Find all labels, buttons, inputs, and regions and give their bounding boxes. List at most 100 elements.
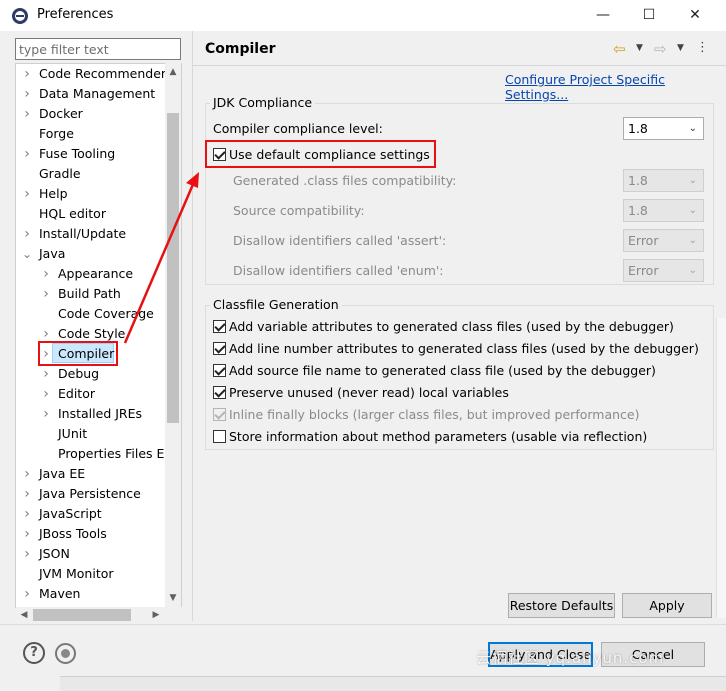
tree-item[interactable]: Code Coverage [20, 304, 165, 324]
chevron-right-icon[interactable]: › [22, 544, 32, 564]
tree-item[interactable]: Properties Files Ed [20, 444, 172, 464]
forward-history-dropdown-icon[interactable]: ▼ [677, 43, 684, 53]
window-title: Preferences [37, 7, 114, 22]
tree-item[interactable]: › Install/Update [20, 224, 165, 244]
generated-class-compat-select: 1.8 ⌄ [623, 169, 704, 192]
tree-item-label: Install/Update [39, 226, 127, 241]
minimize-button[interactable]: — [580, 0, 626, 31]
tree-item[interactable]: › Code Recommenders [20, 64, 172, 84]
classfile-option-label[interactable]: Preserve unused (never read) local varia… [229, 385, 509, 400]
tree-item[interactable]: › Data Management [20, 84, 165, 104]
tree-item-label: Data Management [39, 86, 156, 101]
forward-arrow-icon[interactable]: ⇨ [654, 40, 667, 58]
chevron-right-icon[interactable]: › [22, 524, 32, 544]
classfile-option-label[interactable]: Add variable attributes to generated cla… [229, 319, 674, 334]
chevron-right-icon[interactable]: › [22, 64, 32, 84]
chevron-right-icon[interactable]: › [22, 504, 32, 524]
chevron-down-icon[interactable]: ⌄ [22, 244, 32, 264]
tree-horizontal-scroll-thumb[interactable] [33, 609, 131, 621]
tree-item[interactable]: › Appearance [20, 264, 165, 284]
footer-separator [0, 624, 726, 625]
tree-item-label: Appearance [58, 266, 134, 281]
annotation-box-use-default [205, 140, 436, 168]
tree-item[interactable]: › Java Persistence [20, 484, 165, 504]
tree-item[interactable]: › Maven [20, 584, 165, 604]
classfile-option-label[interactable]: Add line number attributes to generated … [229, 341, 699, 356]
chevron-right-icon[interactable]: › [22, 184, 32, 204]
back-history-dropdown-icon[interactable]: ▼ [636, 43, 643, 53]
panel-divider[interactable] [192, 31, 193, 621]
tree-item[interactable]: › Build Path [20, 284, 165, 304]
tree-item-label: Maven [39, 586, 81, 601]
eclipse-app-icon [12, 8, 28, 24]
scroll-up-icon[interactable]: ▲ [165, 64, 181, 80]
view-menu-icon[interactable]: ⋮ [696, 40, 709, 55]
tree-item-label: JVM Monitor [39, 566, 114, 581]
chevron-right-icon[interactable]: › [22, 84, 32, 104]
close-button[interactable]: ✕ [672, 0, 718, 31]
chevron-right-icon[interactable]: › [22, 104, 32, 124]
classfile-option-checkbox[interactable] [213, 364, 226, 377]
classfile-option-checkbox [213, 408, 226, 421]
tree-item[interactable]: › Fuse Tooling [20, 144, 165, 164]
chevron-right-icon[interactable]: › [22, 484, 32, 504]
tree-item[interactable]: Gradle [20, 164, 165, 184]
scroll-right-icon[interactable]: ▶ [148, 607, 164, 623]
chevron-right-icon[interactable]: › [22, 464, 32, 484]
classfile-option-checkbox[interactable] [213, 342, 226, 355]
import-export-icon[interactable] [55, 643, 76, 664]
tree-vertical-scroll-thumb[interactable] [167, 113, 179, 423]
chevron-right-icon[interactable]: › [22, 224, 32, 244]
tree-item[interactable]: JUnit [20, 424, 165, 444]
compliance-level-select[interactable]: 1.8 ⌄ [623, 117, 704, 140]
tree-item[interactable]: JVM Monitor [20, 564, 165, 584]
tree-item-label: Installed JREs [58, 406, 143, 421]
tree-item[interactable]: › Debug [20, 364, 165, 384]
chevron-right-icon[interactable]: › [41, 384, 51, 404]
classfile-option-label[interactable]: Add source file name to generated class … [229, 363, 656, 378]
restore-defaults-button[interactable]: Restore Defaults [508, 593, 615, 618]
page-title: Compiler [205, 41, 276, 57]
chevron-right-icon[interactable]: › [22, 144, 32, 164]
tree-item[interactable]: › Installed JREs [20, 404, 165, 424]
chevron-right-icon[interactable]: › [22, 584, 32, 604]
apply-button[interactable]: Apply [622, 593, 712, 618]
chevron-right-icon[interactable]: › [41, 404, 51, 424]
tree-item-label: JBoss Tools [39, 526, 107, 541]
chevron-right-icon[interactable]: › [41, 364, 51, 384]
tree-item[interactable]: › Help [20, 184, 165, 204]
tree-item-label: HQL editor [39, 206, 106, 221]
maximize-button[interactable]: ☐ [626, 0, 672, 31]
configure-project-settings-link[interactable]: Configure Project Specific Settings... [505, 72, 726, 102]
tree-item-label: Code Coverage [58, 306, 154, 321]
tree-item[interactable]: Forge [20, 124, 165, 144]
classfile-option-checkbox[interactable] [213, 320, 226, 333]
title-separator [193, 65, 726, 66]
tree-item[interactable]: ⌄ Java [20, 244, 165, 264]
classfile-option-checkbox[interactable] [213, 386, 226, 399]
tree-item[interactable]: › Docker [20, 104, 165, 124]
help-icon[interactable]: ? [23, 642, 45, 664]
classfile-option-label[interactable]: Store information about method parameter… [229, 429, 647, 444]
tree-item-label: Code Recommenders [39, 66, 173, 81]
tree-item[interactable]: › JBoss Tools [20, 524, 165, 544]
tree-item[interactable]: › JSON [20, 544, 165, 564]
tree-item[interactable]: › Java EE [20, 464, 165, 484]
disallow-enum-select: Error ⌄ [623, 259, 704, 282]
classfile-option-checkbox[interactable] [213, 430, 226, 443]
scroll-left-icon[interactable]: ◀ [16, 607, 32, 623]
filter-input[interactable] [15, 38, 181, 60]
compliance-level-value: 1.8 [628, 121, 648, 136]
chevron-right-icon[interactable]: › [41, 284, 51, 304]
chevron-right-icon[interactable]: › [41, 264, 51, 284]
tree-item-label: Forge [39, 126, 74, 141]
tree-item-label: Docker [39, 106, 83, 121]
back-arrow-icon[interactable]: ⇦ [613, 40, 626, 58]
classfile-generation-title: Classfile Generation [210, 297, 342, 312]
scroll-down-icon[interactable]: ▼ [165, 590, 181, 606]
tree-item[interactable]: › Editor [20, 384, 165, 404]
watermark: 云栖社区 yq.aliyun.com [476, 649, 665, 667]
tree-item[interactable]: HQL editor [20, 204, 165, 224]
tree-item[interactable]: › JavaScript [20, 504, 165, 524]
tree-item-label: Editor [58, 386, 95, 401]
